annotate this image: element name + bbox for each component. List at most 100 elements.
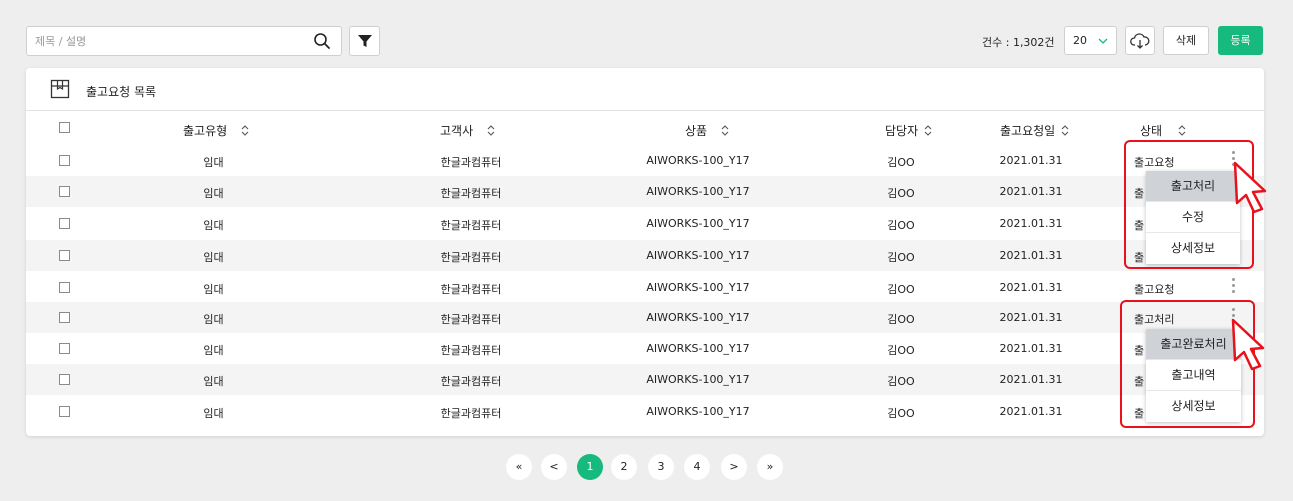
filter-button[interactable]	[349, 26, 380, 56]
table-row[interactable]: 임대 한글과컴퓨터 AIWORKS-100_Y17 김OO 2021.01.31…	[26, 208, 1264, 239]
column-header-type[interactable]: 출고유형	[183, 122, 249, 139]
delete-button[interactable]: 삭제	[1163, 26, 1209, 55]
menu-item-process[interactable]: 출고처리	[1146, 171, 1240, 202]
column-header-product[interactable]: 상품	[685, 122, 729, 139]
cell-customer: 한글과컴퓨터	[440, 251, 502, 264]
filter-icon	[357, 35, 372, 47]
page-size-value: 20	[1073, 34, 1087, 47]
page-button-3[interactable]: 3	[648, 454, 674, 480]
column-header-status[interactable]: 상태	[1140, 122, 1186, 139]
column-header-label: 상태	[1140, 124, 1163, 138]
sort-icon	[1061, 125, 1069, 136]
column-header-customer[interactable]: 고객사	[440, 122, 495, 139]
cell-date: 2021.01.31	[999, 405, 1063, 418]
select-all-checkbox[interactable]	[59, 122, 70, 133]
cell-customer: 한글과컴퓨터	[440, 344, 502, 357]
cell-type: 임대	[203, 219, 224, 232]
column-header-label: 고객사	[440, 124, 474, 138]
table-row[interactable]: 임대 한글과컴퓨터 AIWORKS-100_Y17 김OO 2021.01.31…	[26, 145, 1264, 176]
cell-manager: 김OO	[887, 219, 915, 232]
more-vertical-icon[interactable]	[1232, 278, 1236, 296]
download-button[interactable]	[1125, 26, 1155, 55]
cell-manager: 김OO	[887, 251, 915, 264]
cell-product: AIWORKS-100_Y17	[646, 373, 750, 386]
box-icon	[50, 79, 70, 99]
row-checkbox[interactable]	[59, 218, 70, 229]
cell-product: AIWORKS-100_Y17	[646, 311, 750, 324]
cell-type: 임대	[203, 283, 224, 296]
row-checkbox[interactable]	[59, 406, 70, 417]
cell-manager: 김OO	[887, 313, 915, 326]
cell-type: 임대	[203, 344, 224, 357]
cell-customer: 한글과컴퓨터	[440, 407, 502, 420]
cell-type: 임대	[203, 375, 224, 388]
table-row[interactable]: 임대 한글과컴퓨터 AIWORKS-100_Y17 김OO 2021.01.31…	[26, 176, 1264, 207]
last-page-button[interactable]: »	[757, 454, 783, 480]
search-input[interactable]	[35, 27, 305, 55]
pointer-cursor-icon	[1231, 318, 1265, 371]
chevron-down-icon	[1098, 38, 1108, 44]
table-row[interactable]: 임대 한글과컴퓨터 AIWORKS-100_Y17 김OO 2021.01.31…	[26, 302, 1264, 333]
table-row[interactable]: 임대 한글과컴퓨터 AIWORKS-100_Y17 김OO 2021.01.31…	[26, 364, 1264, 395]
first-page-button[interactable]: «	[506, 454, 532, 480]
outbound-request-panel: 출고요청 목록 출고유형 고객사 상품 담당자 출고요청일 상태 임대 한글과컴…	[26, 68, 1264, 436]
pagination: « < 1 2 3 4 > »	[0, 454, 1293, 480]
table-row[interactable]: 임대 한글과컴퓨터 AIWORKS-100_Y17 김OO 2021.01.31…	[26, 240, 1264, 271]
table-header: 출고유형 고객사 상품 담당자 출고요청일 상태	[26, 112, 1264, 144]
sort-icon	[487, 125, 495, 136]
row-checkbox[interactable]	[59, 343, 70, 354]
menu-item-detail[interactable]: 상세정보	[1146, 391, 1241, 422]
row-checkbox[interactable]	[59, 155, 70, 166]
table-row[interactable]: 임대 한글과컴퓨터 AIWORKS-100_Y17 김OO 2021.01.31…	[26, 396, 1264, 427]
menu-item-history[interactable]: 출고내역	[1146, 360, 1241, 391]
cell-customer: 한글과컴퓨터	[440, 283, 502, 296]
row-checkbox[interactable]	[59, 282, 70, 293]
sort-icon	[721, 125, 729, 136]
next-page-button[interactable]: >	[721, 454, 747, 480]
menu-item-edit[interactable]: 수정	[1146, 202, 1240, 233]
cell-manager: 김OO	[887, 344, 915, 357]
cell-customer: 한글과컴퓨터	[440, 375, 502, 388]
cell-manager: 김OO	[887, 156, 915, 169]
menu-item-detail[interactable]: 상세정보	[1146, 233, 1240, 264]
page-button-2[interactable]: 2	[611, 454, 637, 480]
table-row[interactable]: 임대 한글과컴퓨터 AIWORKS-100_Y17 김OO 2021.01.31…	[26, 272, 1264, 303]
column-header-label: 출고요청일	[1000, 124, 1056, 138]
cell-customer: 한글과컴퓨터	[440, 156, 502, 169]
cell-product: AIWORKS-100_Y17	[646, 185, 750, 198]
cell-date: 2021.01.31	[999, 217, 1063, 230]
cell-manager: 김OO	[887, 187, 915, 200]
cell-product: AIWORKS-100_Y17	[646, 405, 750, 418]
cell-manager: 김OO	[887, 375, 915, 388]
cell-customer: 한글과컴퓨터	[440, 313, 502, 326]
cell-product: AIWORKS-100_Y17	[646, 342, 750, 355]
cell-product: AIWORKS-100_Y17	[646, 217, 750, 230]
cell-type: 임대	[203, 156, 224, 169]
cell-customer: 한글과컴퓨터	[440, 219, 502, 232]
sort-icon	[924, 125, 932, 136]
menu-item-complete[interactable]: 출고완료처리	[1146, 329, 1241, 360]
pointer-cursor-icon	[1233, 161, 1267, 214]
cell-product: AIWORKS-100_Y17	[646, 281, 750, 294]
cell-product: AIWORKS-100_Y17	[646, 154, 750, 167]
row-checkbox[interactable]	[59, 374, 70, 385]
prev-page-button[interactable]: <	[541, 454, 567, 480]
cloud-download-icon	[1130, 32, 1150, 49]
page-button-1[interactable]: 1	[577, 454, 603, 480]
register-button[interactable]: 등록	[1218, 26, 1263, 55]
page-size-select[interactable]: 20	[1064, 26, 1117, 55]
search-icon[interactable]	[313, 32, 331, 50]
row-checkbox[interactable]	[59, 250, 70, 261]
cell-date: 2021.01.31	[999, 373, 1063, 386]
column-header-manager[interactable]: 담당자	[885, 122, 932, 139]
table-row[interactable]: 임대 한글과컴퓨터 AIWORKS-100_Y17 김OO 2021.01.31…	[26, 333, 1264, 364]
row-checkbox[interactable]	[59, 312, 70, 323]
total-count: 건수 : 1,302건	[982, 36, 1055, 49]
page-button-4[interactable]: 4	[684, 454, 710, 480]
row-checkbox[interactable]	[59, 186, 70, 197]
cell-date: 2021.01.31	[999, 185, 1063, 198]
cell-date: 2021.01.31	[999, 311, 1063, 324]
cell-status: 출고요청	[1134, 283, 1175, 296]
panel-header: 출고요청 목록	[26, 68, 1264, 111]
column-header-date[interactable]: 출고요청일	[1000, 122, 1069, 139]
